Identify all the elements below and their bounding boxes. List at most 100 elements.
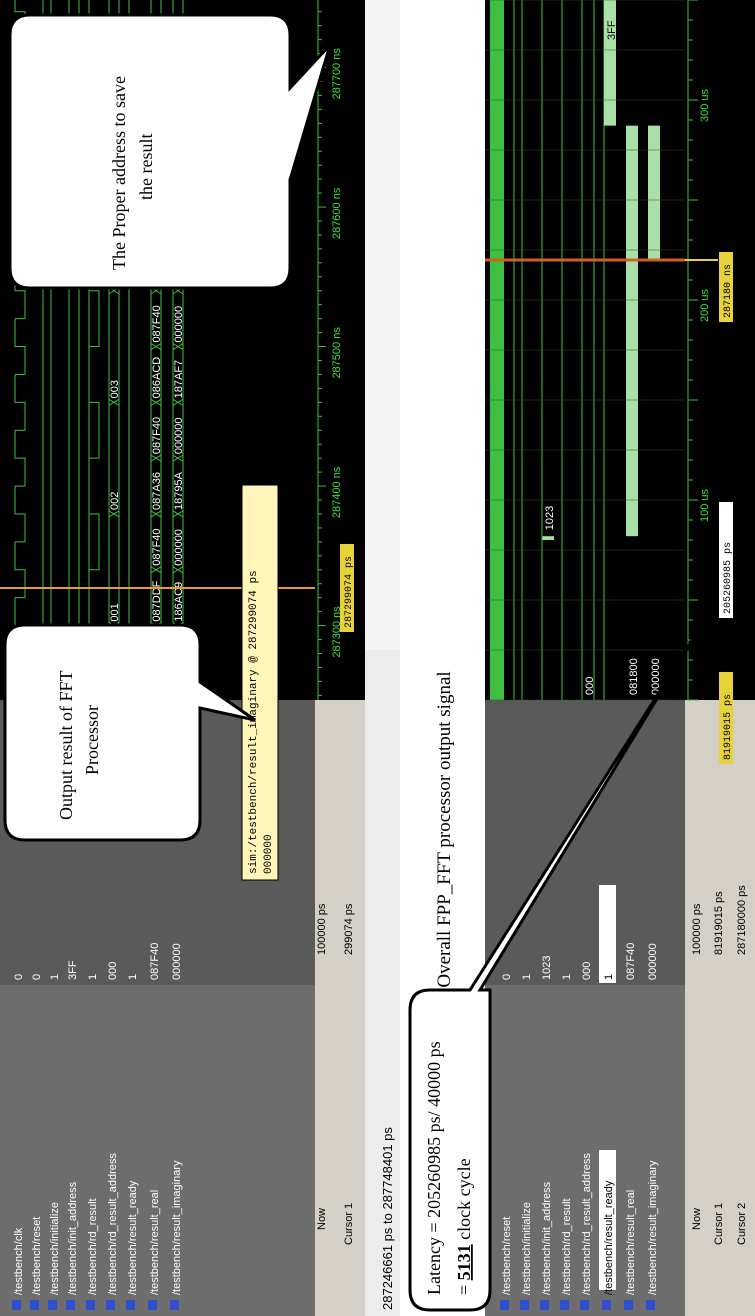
svg-text:/testbench/result_real: /testbench/result_real <box>625 1190 637 1295</box>
svg-text:205260985 ps: 205260985 ps <box>723 542 734 614</box>
svg-text:/testbench/result_real: /testbench/result_real <box>149 1190 161 1295</box>
signal-icon <box>170 1300 179 1310</box>
bottom-cursor1-value[interactable]: 81919015 ps <box>713 891 725 955</box>
rd-result-address-bus-label: 002 <box>109 492 121 510</box>
svg-text:Now: Now <box>691 1208 703 1230</box>
signal-icon <box>540 1300 549 1310</box>
signal-icon <box>602 1300 611 1310</box>
svg-text:087F40: 087F40 <box>625 943 637 980</box>
svg-text:087F40: 087F40 <box>149 943 161 980</box>
signal-icon <box>646 1300 655 1310</box>
b-result-real-fill <box>626 125 638 537</box>
svg-text:Latency = 205260985 ps/ 40000: Latency = 205260985 ps/ 40000 ps <box>424 1041 444 1295</box>
bottom-signal-value: 1 <box>561 974 573 980</box>
bottom-cursor2-value[interactable]: 287180000 ps <box>736 885 748 955</box>
svg-text:the result: the result <box>136 134 156 200</box>
signal-icon <box>106 1300 115 1310</box>
bottom-signal-name: /testbench/init_address <box>541 1181 553 1295</box>
svg-text:287180000 ps: 287180000 ps <box>736 885 748 955</box>
bottom-signal-name: /testbench/result_imaginary <box>647 1160 659 1295</box>
result-real-bus-label: 086ACD <box>151 357 163 399</box>
top-signal-name: /testbench/rd_result_address <box>107 1153 119 1295</box>
bottom-cursor2-label: Cursor 2 <box>736 1203 748 1245</box>
svg-text:3FF: 3FF <box>606 20 618 40</box>
svg-text:/testbench/rd_result: /testbench/rd_result <box>87 1198 99 1295</box>
svg-text:81919015 ps: 81919015 ps <box>713 891 725 955</box>
svg-text:1: 1 <box>603 974 615 980</box>
bottom-signal-value: 1 <box>521 974 533 980</box>
top-signal-value: 3FF <box>67 960 79 980</box>
top-signal-name: /testbench/clk <box>13 1227 25 1295</box>
signal-icon <box>148 1300 157 1310</box>
bottom-tick-label: 300 us <box>699 88 711 122</box>
svg-text:200 us: 200 us <box>699 288 711 322</box>
top-tick-label: 287400 ns <box>331 466 343 518</box>
bottom-signal-name: /testbench/result_real <box>625 1190 637 1295</box>
top-cursor-flag: 287299074 ps <box>340 544 355 632</box>
top-signal-name: /testbench/result_imaginary <box>171 1160 183 1295</box>
bottom-signal-name: /testbench/rd_result_address <box>581 1153 593 1295</box>
svg-text:000000: 000000 <box>171 943 183 980</box>
svg-text:/testbench/init_address: /testbench/init_address <box>67 1181 79 1295</box>
svg-text:3FF: 3FF <box>67 960 79 980</box>
svg-text:Cursor 1: Cursor 1 <box>343 1203 355 1245</box>
svg-text:001: 001 <box>109 603 121 621</box>
bottom-signal-value: 000 <box>581 962 593 980</box>
bottom-signal-value: 000000 <box>647 943 659 980</box>
svg-text:= 5131 clock cycle: = 5131 clock cycle <box>454 1158 474 1295</box>
b-result-real-label: 081800 <box>628 658 640 695</box>
top-hscroll[interactable] <box>365 0 400 650</box>
signal-icon <box>86 1300 95 1310</box>
svg-text:000: 000 <box>107 962 119 980</box>
top-signal-name: /testbench/reset <box>31 1217 43 1295</box>
svg-text:000: 000 <box>584 677 596 695</box>
value-tooltip: sim:/testbench/result_imaginary @ 287299… <box>241 484 279 881</box>
signal-icon <box>624 1300 633 1310</box>
svg-text:Cursor 1: Cursor 1 <box>713 1203 725 1245</box>
bottom-signal-name: /testbench/rd_result <box>561 1198 573 1295</box>
svg-text:/testbench/result_ready: /testbench/result_ready <box>603 1180 615 1295</box>
svg-text:287180 ns: 287180 ns <box>723 264 734 318</box>
signal-icon <box>500 1300 509 1310</box>
top-tick-label: 287700 ns <box>331 48 343 100</box>
svg-text:100000 ps: 100000 ps <box>316 903 328 955</box>
svg-text:081800: 081800 <box>628 658 640 695</box>
top-signal-value: 1 <box>87 974 99 980</box>
svg-text:000000: 000000 <box>263 834 275 874</box>
svg-text:100 us: 100 us <box>699 488 711 522</box>
svg-text:087F40: 087F40 <box>151 528 163 565</box>
signal-icon <box>520 1300 529 1310</box>
top-signal-value: 1 <box>127 974 139 980</box>
svg-text:0: 0 <box>31 974 43 980</box>
svg-text:/testbench/rd_result_address: /testbench/rd_result_address <box>107 1153 119 1295</box>
svg-text:1023: 1023 <box>541 956 553 980</box>
svg-text:/testbench/clk: /testbench/clk <box>13 1227 25 1295</box>
svg-text:81919015 ps: 81919015 ps <box>723 694 734 760</box>
svg-text:003: 003 <box>109 380 121 398</box>
b-init-address-label: 1023 <box>544 506 556 530</box>
result-real-bus-label: 087F40 <box>151 305 163 342</box>
top-signal-name: /testbench/init_address <box>67 1181 79 1295</box>
svg-text:0: 0 <box>501 974 513 980</box>
svg-text:000: 000 <box>581 962 593 980</box>
bottom-now-label: Now <box>691 1208 703 1230</box>
svg-text:/testbench/reset: /testbench/reset <box>501 1217 513 1295</box>
svg-text:000000: 000000 <box>173 417 185 454</box>
svg-text:/testbench/result_ready: /testbench/result_ready <box>127 1180 139 1295</box>
signal-icon <box>66 1300 75 1310</box>
top-range-text: 287246661 ps to 287748401 ps <box>380 1127 395 1310</box>
svg-text:1023: 1023 <box>544 506 556 530</box>
top-signal-value: 0 <box>31 974 43 980</box>
svg-text:0: 0 <box>13 974 25 980</box>
top-signal-name: /testbench/result_ready <box>127 1180 139 1295</box>
svg-text:/testbench/init_address: /testbench/init_address <box>541 1181 553 1295</box>
svg-text:sim:/testbench/result_imaginar: sim:/testbench/result_imaginary @ 287299… <box>248 570 260 874</box>
result-real-bus-label: 087DDF <box>151 580 163 621</box>
b-init-address-fill <box>542 536 554 540</box>
svg-text:/testbench/rd_result: /testbench/rd_result <box>561 1198 573 1295</box>
bottom-signal-value: 0 <box>501 974 513 980</box>
top-tick-label: 287600 ns <box>331 187 343 239</box>
svg-text:287500 ns: 287500 ns <box>331 327 343 379</box>
top-cursor1-value[interactable]: 299074 ps <box>343 903 355 955</box>
bottom-cursor1-label: Cursor 1 <box>713 1203 725 1245</box>
